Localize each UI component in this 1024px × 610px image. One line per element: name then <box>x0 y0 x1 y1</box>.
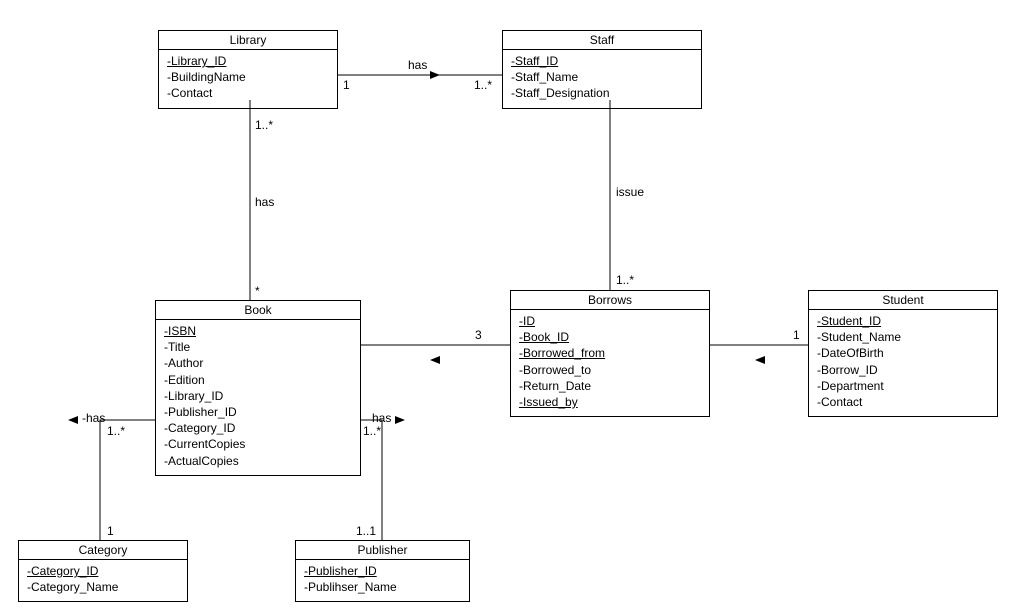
assoc-book-publisher <box>361 420 382 540</box>
assoc-book-category <box>100 420 155 540</box>
attr: -Return_Date <box>519 378 701 394</box>
assoc-library-staff-arrow-icon <box>430 71 440 79</box>
class-title-borrows: Borrows <box>511 291 709 310</box>
class-title-student: Student <box>809 291 997 310</box>
assoc-label-issue: issue <box>616 185 644 199</box>
multiplicity: 1..* <box>363 424 381 438</box>
class-title-library: Library <box>159 31 337 50</box>
class-body-book: -ISBN -Title -Author -Edition -Library_I… <box>156 320 360 475</box>
attr: -Issued_by <box>519 395 578 409</box>
attr: -CurrentCopies <box>164 436 352 452</box>
attr: -Library_ID <box>167 54 226 68</box>
attr: -Borrowed_to <box>519 362 701 378</box>
attr: -Book_ID <box>519 330 569 344</box>
attr: -Title <box>164 339 352 355</box>
attr: -Library_ID <box>164 388 352 404</box>
attr: -Publisher_ID <box>304 564 377 578</box>
multiplicity: 3 <box>475 328 482 342</box>
attr: -Borrow_ID <box>817 362 989 378</box>
attr: -ID <box>519 314 535 328</box>
class-title-staff: Staff <box>503 31 701 50</box>
attr: -Author <box>164 355 352 371</box>
assoc-book-publisher-arrow-icon <box>395 416 405 424</box>
attr: -DateOfBirth <box>817 345 989 361</box>
assoc-label-has: -has <box>82 411 105 425</box>
attr: -Staff_Name <box>511 69 693 85</box>
assoc-label-has: has <box>408 58 427 72</box>
class-staff: Staff -Staff_ID -Staff_Name -Staff_Desig… <box>502 30 702 109</box>
multiplicity: * <box>255 284 260 298</box>
class-body-category: -Category_ID -Category_Name <box>19 560 187 601</box>
attr: -Category_Name <box>27 579 179 595</box>
class-title-category: Category <box>19 541 187 560</box>
class-library: Library -Library_ID -BuildingName -Conta… <box>158 30 338 109</box>
attr: -ISBN <box>164 324 196 338</box>
class-title-book: Book <box>156 301 360 320</box>
class-body-student: -Student_ID -Student_Name -DateOfBirth -… <box>809 310 997 416</box>
multiplicity: 1 <box>793 328 800 342</box>
multiplicity: 1 <box>343 78 350 92</box>
class-student: Student -Student_ID -Student_Name -DateO… <box>808 290 998 417</box>
attr: -Contact <box>167 85 329 101</box>
attr: -BuildingName <box>167 69 329 85</box>
assoc-label-has: has <box>255 195 274 209</box>
attr: -Student_ID <box>817 314 881 328</box>
attr: -Category_ID <box>27 564 98 578</box>
class-category: Category -Category_ID -Category_Name <box>18 540 188 602</box>
assoc-borrows-book-arrow-icon <box>430 356 440 364</box>
class-book: Book -ISBN -Title -Author -Edition -Libr… <box>155 300 361 476</box>
class-body-borrows: -ID -Book_ID -Borrowed_from -Borrowed_to… <box>511 310 709 416</box>
attr: -Publisher_ID <box>164 404 352 420</box>
multiplicity: 1..* <box>616 273 634 287</box>
attr: -Staff_ID <box>511 54 558 68</box>
multiplicity: 1..* <box>255 118 273 132</box>
multiplicity: 1..* <box>107 424 125 438</box>
assoc-label-has: has <box>372 411 391 425</box>
multiplicity: 1..1 <box>356 524 376 538</box>
assoc-book-category-arrow-icon <box>68 416 78 424</box>
multiplicity: 1 <box>107 524 114 538</box>
class-publisher: Publisher -Publisher_ID -Publihser_Name <box>295 540 470 602</box>
attr: -Edition <box>164 372 352 388</box>
attr: -Publihser_Name <box>304 579 461 595</box>
attr: -Staff_Designation <box>511 85 693 101</box>
attr: -Department <box>817 378 989 394</box>
class-body-publisher: -Publisher_ID -Publihser_Name <box>296 560 469 601</box>
multiplicity: 1..* <box>474 78 492 92</box>
attr: -Borrowed_from <box>519 346 605 360</box>
attr: -Category_ID <box>164 420 352 436</box>
attr: -ActualCopies <box>164 453 352 469</box>
attr: -Student_Name <box>817 329 989 345</box>
class-body-staff: -Staff_ID -Staff_Name -Staff_Designation <box>503 50 701 108</box>
class-borrows: Borrows -ID -Book_ID -Borrowed_from -Bor… <box>510 290 710 417</box>
class-body-library: -Library_ID -BuildingName -Contact <box>159 50 337 108</box>
attr: -Contact <box>817 394 989 410</box>
assoc-borrows-student-arrow-icon <box>755 356 765 364</box>
class-title-publisher: Publisher <box>296 541 469 560</box>
